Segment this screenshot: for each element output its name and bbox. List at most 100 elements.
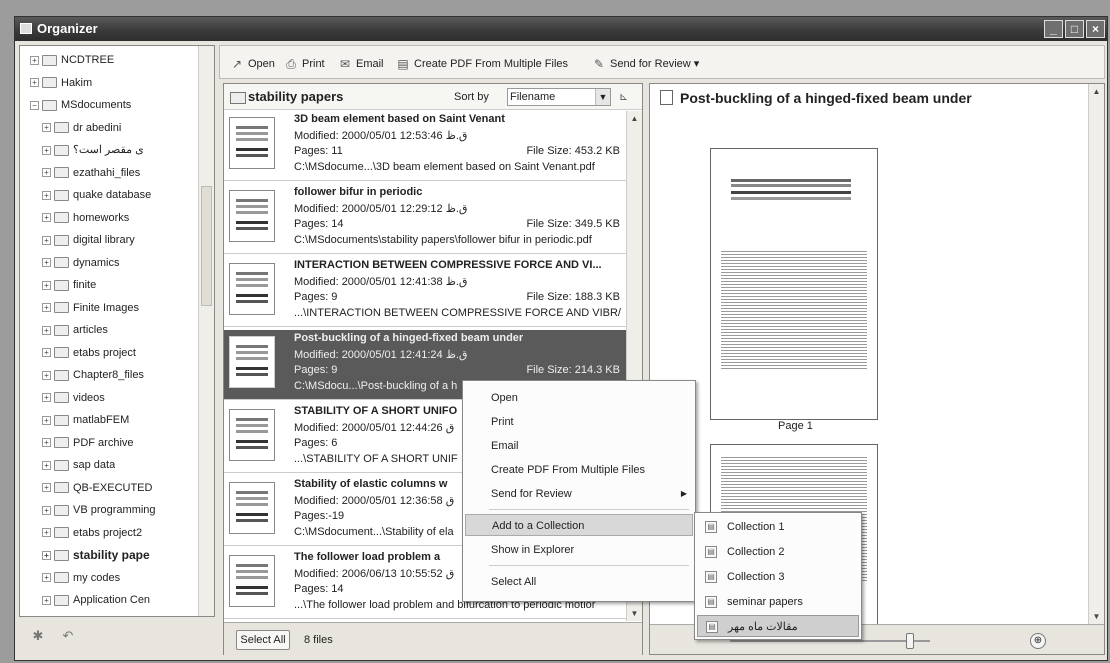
title-bar[interactable]: Organizer _ □ × bbox=[15, 17, 1107, 41]
expand-icon[interactable]: + bbox=[42, 280, 51, 290]
scroll-down-icon[interactable]: ▼ bbox=[627, 606, 642, 621]
expand-icon[interactable]: + bbox=[42, 505, 51, 515]
menu-item-open[interactable]: Open bbox=[465, 387, 693, 409]
expand-icon[interactable]: + bbox=[42, 415, 51, 425]
expand-icon[interactable]: + bbox=[42, 551, 51, 561]
create-pdf-button[interactable]: ▤ Create PDF From Multiple Files bbox=[396, 55, 568, 73]
tree-item[interactable]: − MSdocuments bbox=[30, 95, 131, 116]
open-button[interactable]: ↗ Open bbox=[230, 55, 275, 73]
tree-item[interactable]: + quake database bbox=[42, 185, 151, 206]
expand-icon[interactable]: + bbox=[42, 145, 51, 155]
expand-icon[interactable]: + bbox=[42, 460, 51, 470]
expand-icon[interactable]: + bbox=[42, 573, 51, 583]
tree-item[interactable]: + sap data bbox=[42, 455, 115, 476]
print-button[interactable]: ⎙ Print bbox=[284, 55, 324, 73]
send-for-review-button[interactable]: ✎ Send for Review ▾ bbox=[592, 55, 699, 73]
collection-item[interactable]: ▤ seminar papers bbox=[697, 591, 859, 613]
tree-item-label: ی مقصر است؟ bbox=[73, 144, 144, 156]
tree-item-label: articles bbox=[73, 324, 108, 336]
tree-item[interactable]: + ی مقصر است؟ bbox=[42, 140, 144, 161]
tree-item[interactable]: + Finite Images bbox=[42, 298, 139, 319]
expand-icon[interactable]: + bbox=[42, 595, 51, 605]
zoom-in-icon[interactable]: ⊕ bbox=[1030, 633, 1046, 649]
expand-icon[interactable]: + bbox=[42, 235, 51, 245]
tree-item[interactable]: + dr abedini bbox=[42, 118, 121, 139]
scroll-up-icon[interactable]: ▲ bbox=[627, 111, 642, 126]
tree-item-label: Application Cen bbox=[73, 594, 151, 606]
tree-scrollbar-thumb[interactable] bbox=[201, 186, 212, 306]
collection-item[interactable]: ▤ مقالات ماه مهر bbox=[697, 615, 859, 637]
menu-item-print[interactable]: Print bbox=[465, 411, 693, 433]
file-title: 3D beam element based on Saint Venant bbox=[294, 113, 505, 125]
collection-item[interactable]: ▤ Collection 2 bbox=[697, 541, 859, 563]
close-button[interactable]: × bbox=[1086, 20, 1105, 38]
tree-item-label: ezathahi_files bbox=[73, 166, 141, 179]
menu-item-select-all[interactable]: Select All bbox=[465, 571, 693, 593]
collection-item[interactable]: ▤ Collection 3 bbox=[697, 566, 859, 588]
sort-select[interactable]: Filename ▼ bbox=[507, 88, 611, 106]
expand-icon[interactable]: + bbox=[42, 168, 51, 178]
sort-direction-icon[interactable]: ⊾ bbox=[619, 90, 628, 103]
file-list-item[interactable]: 3D beam element based on Saint Venant Mod… bbox=[224, 111, 626, 181]
tree-item[interactable]: + finite bbox=[42, 275, 96, 296]
email-button[interactable]: ✉ Email bbox=[338, 55, 384, 73]
tree-item[interactable]: + matlabFEM bbox=[42, 410, 129, 431]
tree-item[interactable]: + VB programming bbox=[42, 500, 156, 521]
tree-item[interactable]: + dynamics bbox=[42, 253, 119, 274]
tree-item[interactable]: + ezathahi_files bbox=[42, 163, 140, 184]
delete-collection-icon[interactable]: ↶ bbox=[61, 628, 75, 643]
tree-item[interactable]: + Chapter8_files bbox=[42, 365, 144, 386]
zoom-slider[interactable] bbox=[730, 633, 930, 649]
menu-item-add-to-collection[interactable]: Add to a Collection bbox=[465, 514, 693, 536]
expand-icon[interactable]: + bbox=[42, 325, 51, 335]
minimize-button[interactable]: _ bbox=[1044, 20, 1063, 38]
expand-icon[interactable]: + bbox=[42, 190, 51, 200]
scroll-up-icon[interactable]: ▲ bbox=[1089, 84, 1104, 99]
tree-item[interactable]: + Application Cen bbox=[42, 590, 150, 611]
tree-item[interactable]: + etabs project2 bbox=[42, 523, 142, 544]
menu-item-email[interactable]: Email bbox=[465, 435, 693, 457]
expand-icon[interactable]: + bbox=[42, 213, 51, 223]
expand-icon[interactable]: + bbox=[42, 303, 51, 313]
select-all-button[interactable]: Select All bbox=[236, 630, 290, 650]
tree-item[interactable]: + stability pape bbox=[42, 545, 150, 566]
collapse-icon[interactable]: − bbox=[30, 100, 39, 110]
expand-icon[interactable]: + bbox=[42, 258, 51, 268]
maximize-button[interactable]: □ bbox=[1065, 20, 1084, 38]
expand-icon[interactable]: + bbox=[30, 78, 39, 88]
expand-icon[interactable]: + bbox=[42, 348, 51, 358]
zoom-slider-handle[interactable] bbox=[906, 633, 914, 649]
tree-item[interactable]: + Hakim bbox=[30, 73, 92, 94]
file-modified: Modified: 2000/05/01 12:53:46 ق.ظ bbox=[294, 130, 468, 142]
menu-item-create-pdf[interactable]: Create PDF From Multiple Files bbox=[465, 459, 693, 481]
collection-item[interactable]: ▤ Collection 1 bbox=[697, 516, 859, 538]
collection-icon: ▤ bbox=[705, 571, 717, 583]
page-thumbnail[interactable] bbox=[710, 148, 878, 420]
tree-item[interactable]: + etabs project bbox=[42, 343, 136, 364]
expand-icon[interactable]: + bbox=[42, 438, 51, 448]
tree-item[interactable]: + homeworks bbox=[42, 208, 129, 229]
tree-item[interactable]: + NCDTREE bbox=[30, 50, 114, 71]
expand-icon[interactable]: + bbox=[42, 483, 51, 493]
expand-icon[interactable]: + bbox=[42, 123, 51, 133]
expand-icon[interactable]: + bbox=[42, 370, 51, 380]
tree-item[interactable]: + PDF archive bbox=[42, 433, 134, 454]
new-collection-icon[interactable]: ✱ bbox=[31, 628, 45, 643]
folder-icon bbox=[54, 347, 69, 359]
tree-item[interactable]: + my codes bbox=[42, 568, 120, 589]
folder-tree[interactable]: + NCDTREE + Hakim − MSdocuments + dr abedini + ی … bbox=[19, 45, 215, 617]
scroll-down-icon[interactable]: ▼ bbox=[1089, 609, 1104, 624]
file-list-item[interactable]: follower bifur in periodic Modified: 2000… bbox=[224, 184, 626, 254]
expand-icon[interactable]: + bbox=[42, 393, 51, 403]
tree-item[interactable]: + QB-EXECUTED bbox=[42, 478, 152, 499]
preview-scrollbar[interactable]: ▲ ▼ bbox=[1088, 84, 1104, 624]
tree-scrollbar[interactable] bbox=[198, 46, 214, 616]
menu-item-send-for-review[interactable]: Send for Review ▶ bbox=[465, 483, 693, 505]
file-list-item[interactable]: INTERACTION BETWEEN COMPRESSIVE FORCE AN… bbox=[224, 257, 626, 327]
tree-item[interactable]: + digital library bbox=[42, 230, 135, 251]
menu-item-show-in-explorer[interactable]: Show in Explorer bbox=[465, 539, 693, 561]
expand-icon[interactable]: + bbox=[30, 55, 39, 65]
tree-item[interactable]: + articles bbox=[42, 320, 108, 341]
tree-item[interactable]: + videos bbox=[42, 388, 105, 409]
expand-icon[interactable]: + bbox=[42, 528, 51, 538]
